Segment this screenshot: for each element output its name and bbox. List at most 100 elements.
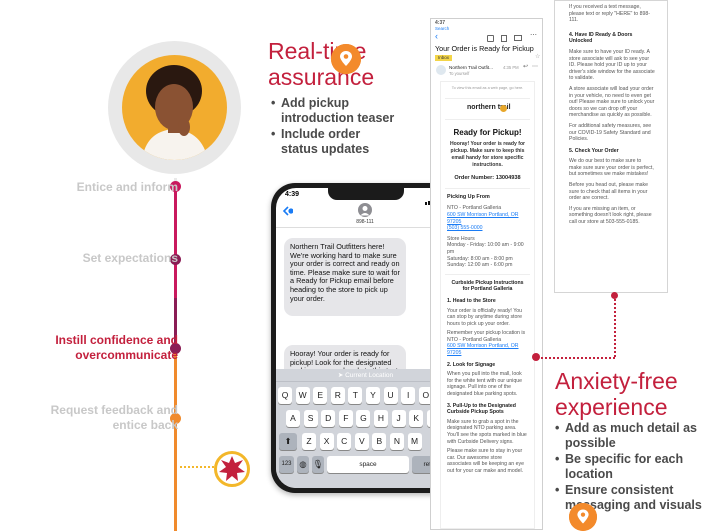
- logo-mark-icon: [500, 104, 507, 112]
- inbox-tag[interactable]: Inbox: [435, 55, 453, 61]
- connector-vertical: [614, 295, 616, 357]
- step1-address[interactable]: 600 SW Morrison Portland, OR 97205: [447, 343, 528, 356]
- instructions-title: Curbside Pickup Instructions for Portlan…: [451, 279, 524, 293]
- header-divider: [276, 227, 455, 228]
- email-back-icon[interactable]: ‹: [435, 32, 438, 40]
- step1-title: 1. Head to the Store: [447, 297, 496, 304]
- key-e[interactable]: E: [313, 387, 328, 404]
- phone-notch: [328, 188, 404, 200]
- contact-avatar[interactable]: [358, 203, 372, 217]
- sender-time: 4:35 PM: [503, 65, 519, 70]
- store-address[interactable]: 600 SW Morrison Portland, OR 97205: [447, 212, 528, 225]
- archive-icon[interactable]: [487, 35, 494, 42]
- step-confidence: Instill confidence and overcommunicate: [55, 333, 178, 362]
- key-y[interactable]: Y: [366, 387, 380, 404]
- key-u[interactable]: U: [383, 387, 398, 404]
- connector-dot-top: [611, 292, 618, 299]
- bullet-item: Be specific for each location: [555, 452, 705, 482]
- key-b[interactable]: B: [372, 433, 387, 450]
- key-r[interactable]: R: [330, 387, 345, 404]
- reply-icon[interactable]: ↩: [523, 64, 528, 71]
- sender-avatar: [436, 65, 446, 75]
- shift-key[interactable]: ⬆: [279, 433, 297, 450]
- dictation-icon[interactable]: 🎙: [312, 456, 324, 473]
- order-number: Order Number: 13004938: [454, 175, 521, 182]
- step5-title: 5. Check Your Order: [569, 147, 619, 154]
- phone-screen: 4:39 898-111 Northern Trail Outfitters h…: [276, 188, 455, 488]
- keyboard: ➤ Current Location QWERTYUIOP ASDFGHJKL …: [276, 369, 455, 488]
- hours-saturday: Saturday: 8:00 am - 8:00 pm: [447, 255, 513, 262]
- key-f[interactable]: F: [338, 410, 353, 427]
- email-subject: Your Order is Ready for Pickup: [435, 44, 534, 53]
- step5-text: We do our best to make sure to make sure…: [569, 158, 654, 178]
- status-time: 4:39: [285, 191, 300, 198]
- location-pin-icon: [331, 44, 361, 74]
- timeline-segment-3: [174, 354, 177, 531]
- back-icon[interactable]: [281, 204, 294, 216]
- key-g[interactable]: G: [356, 410, 371, 427]
- avatar: [122, 55, 227, 160]
- numbers-key[interactable]: 123: [279, 456, 294, 473]
- current-location: Current Location: [345, 372, 394, 379]
- key-n[interactable]: N: [390, 433, 404, 450]
- message-bubble-1: Northern Trail Outfitters here! We're wo…: [284, 238, 406, 316]
- badge: [214, 451, 250, 487]
- hours-title: Store Hours: [447, 235, 475, 242]
- email-more-icon[interactable]: ⋯: [532, 64, 538, 71]
- email-continued: If you received a text message, please t…: [554, 0, 668, 293]
- globe-icon[interactable]: ◍: [297, 456, 309, 473]
- key-a[interactable]: A: [286, 410, 300, 427]
- suggestion-bar[interactable]: ➤ Current Location: [276, 369, 455, 382]
- key-c[interactable]: C: [337, 433, 352, 450]
- hours-sunday: Sunday: 12:00 am - 6:00 pm: [447, 262, 513, 269]
- badge-connector: [180, 466, 214, 468]
- trash-icon[interactable]: [501, 35, 507, 42]
- mail-icon[interactable]: [514, 35, 522, 41]
- contact-name: 898-111: [356, 219, 374, 225]
- realtime-pin: [331, 44, 361, 74]
- bullet-item: Include order status updates: [271, 127, 399, 157]
- step4-title: 4. Have ID Ready & Doors Unlocked: [569, 31, 633, 45]
- more-icon[interactable]: ⋯: [530, 32, 537, 40]
- browser-note[interactable]: To view this email as a web page, go her…: [441, 82, 534, 92]
- step3-text: Make sure to grab a spot in the designat…: [447, 418, 527, 445]
- email-heading: Ready for Pickup!: [453, 127, 522, 137]
- connector-horizontal: [537, 357, 615, 359]
- space-key[interactable]: space: [327, 456, 409, 473]
- step3-title: 3. Pull-Up to the Designated Curbside Pi…: [447, 402, 516, 416]
- sender-to: To yourself: [449, 71, 470, 76]
- key-t[interactable]: T: [348, 387, 363, 404]
- key-s[interactable]: S: [303, 410, 318, 427]
- step4-text2: A store associate will load your order i…: [569, 85, 655, 119]
- hours-weekday: Monday - Friday: 10:00 am - 9:00 pm: [447, 242, 524, 255]
- email-logo-bar: northern trail: [445, 97, 530, 120]
- key-i[interactable]: I: [401, 387, 416, 404]
- key-h[interactable]: H: [374, 410, 388, 427]
- key-x[interactable]: X: [319, 433, 334, 450]
- store-name: NTO - Portland Galleria: [447, 205, 502, 212]
- keyboard-row-3: ZXCVBNM: [302, 433, 430, 450]
- email-ready-for-pickup: 4:37 Search ‹ ⋯ Your Order is Ready for …: [430, 18, 543, 530]
- timeline-segment-1: [174, 186, 177, 298]
- anxiety-bullets: Add as much detail as possible Be specif…: [555, 421, 705, 514]
- step4-text: Make sure to have your ID ready. A store…: [569, 48, 655, 82]
- key-v[interactable]: V: [354, 433, 369, 450]
- anxiety-pin: [569, 503, 597, 531]
- key-k[interactable]: K: [409, 410, 424, 427]
- key-m[interactable]: M: [407, 433, 422, 450]
- store-phone[interactable]: (503) 555-0000: [447, 225, 528, 232]
- star-icon[interactable]: ☆: [535, 54, 540, 61]
- location-arrow-icon: ➤: [337, 372, 346, 379]
- key-d[interactable]: D: [321, 410, 336, 427]
- key-w[interactable]: W: [295, 387, 310, 404]
- keyboard-row-1: QWERTYUIOP: [278, 387, 454, 404]
- realtime-bullets: Add pickup introduction teaser Include o…: [271, 96, 399, 158]
- step4-text3: For additional safety measures, see our …: [569, 122, 652, 143]
- connector-dot: [532, 353, 540, 361]
- key-j[interactable]: J: [391, 410, 406, 427]
- key-z[interactable]: Z: [302, 433, 316, 450]
- email-intro: Hooray! Your order is ready for pickup. …: [449, 141, 526, 169]
- key-q[interactable]: Q: [278, 387, 292, 404]
- step2-text: When you pull into the mall, look for th…: [447, 371, 522, 398]
- step1-text: Your order is officially ready! You can …: [447, 307, 522, 327]
